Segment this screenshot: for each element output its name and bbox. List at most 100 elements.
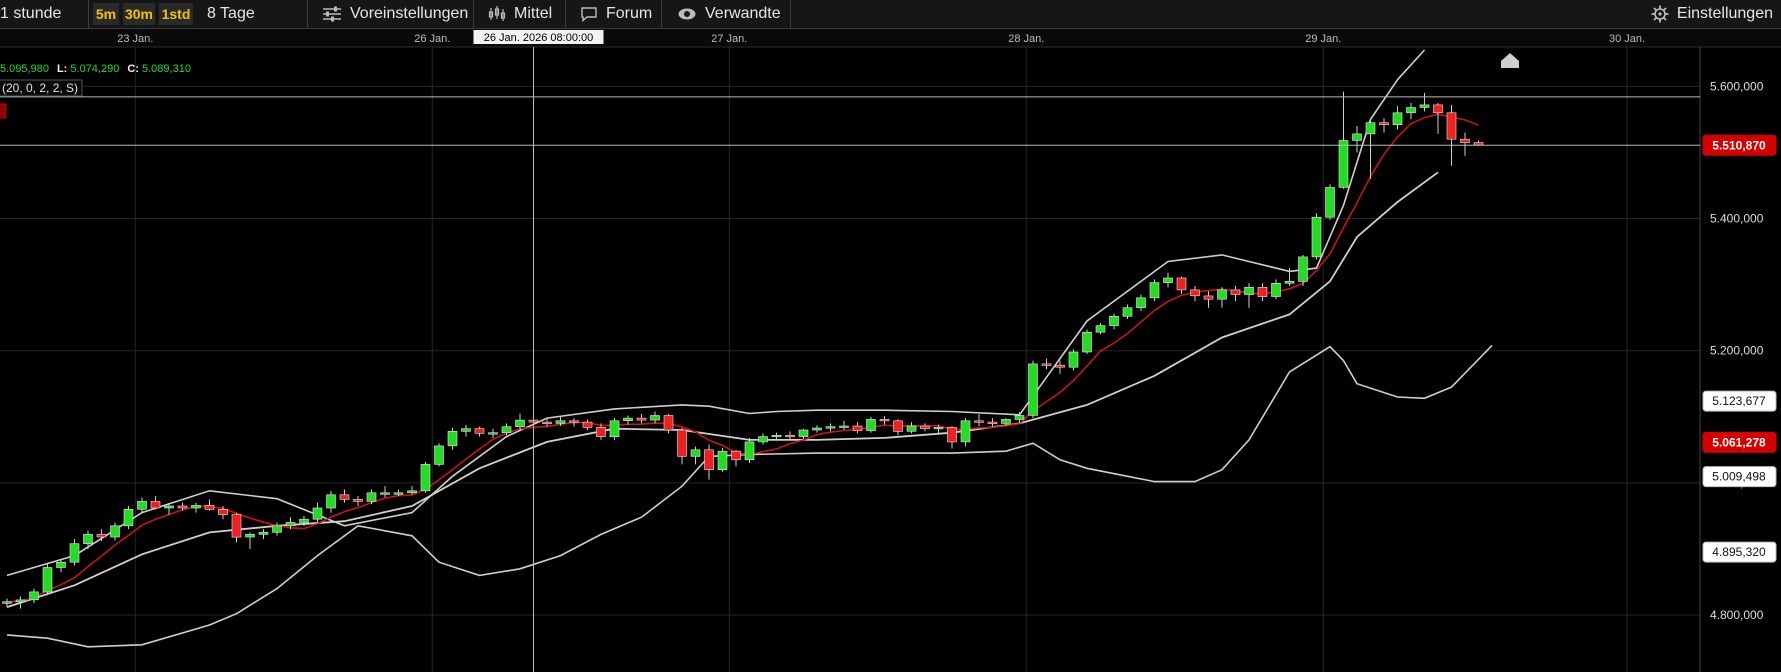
related-label: Verwandte	[705, 5, 781, 22]
price-chart[interactable]: 23 Jan. 26 Jan. 27 Jan. 28 Jan. 29 Jan. 30 Ja…	[0, 29, 1781, 672]
interval-30m-button[interactable]: 30m	[123, 3, 155, 25]
candle-body	[96, 534, 107, 538]
interval-5m-button[interactable]: 5m	[93, 3, 119, 25]
lower-band-line	[6, 344, 1493, 648]
candle-body	[785, 434, 795, 438]
candle-body	[56, 561, 66, 568]
candle-body	[839, 425, 849, 428]
candle-body	[474, 428, 485, 434]
date-label: 26 Jan.	[414, 33, 450, 45]
candle-body	[825, 426, 836, 429]
candle-body	[2, 601, 12, 604]
y-tick-label: 4.800,000	[1710, 608, 1764, 622]
toolbar-divider	[661, 0, 662, 28]
date-label: 27 Jan.	[711, 33, 747, 45]
date-label: 28 Jan.	[1008, 33, 1044, 45]
candle-body	[1365, 122, 1376, 135]
candle-body	[123, 508, 134, 527]
sliders-icon	[323, 6, 341, 22]
candle-body	[1095, 325, 1106, 333]
candle-body	[704, 449, 714, 470]
candle-body	[1433, 104, 1443, 114]
speech-bubble-icon	[581, 7, 597, 22]
candle-body	[1446, 112, 1457, 140]
candle-body	[1001, 419, 1011, 424]
candle-body	[933, 427, 944, 430]
candle-body	[1244, 286, 1254, 295]
upper-band-line	[6, 49, 1426, 577]
candle-body	[272, 525, 282, 533]
toolbar-divider	[565, 0, 566, 28]
candle-body	[1082, 331, 1092, 353]
candle-body	[1014, 415, 1025, 420]
candle-body	[650, 415, 660, 421]
candle-body	[326, 494, 336, 509]
forum-label: Forum	[606, 5, 653, 22]
settings-button[interactable]: Einstellungen	[1651, 0, 1773, 28]
candle-body	[1460, 138, 1470, 143]
candle-body	[1419, 104, 1430, 108]
candle-body	[366, 492, 377, 502]
range-selector[interactable]: 8 Tage	[207, 0, 255, 28]
candle-body	[231, 514, 242, 538]
candle-body	[893, 420, 903, 432]
candle-body	[1271, 282, 1281, 297]
candle-body	[299, 518, 309, 523]
forum-button[interactable]: Forum	[580, 0, 652, 28]
candle-body	[258, 532, 269, 535]
candle-body	[960, 420, 971, 443]
candle-body	[596, 427, 606, 437]
candle-body	[312, 507, 323, 520]
candle-body	[1109, 315, 1119, 326]
price-marker-label: 5.009,498	[1712, 470, 1766, 484]
candle-body	[731, 450, 741, 461]
interval-selector[interactable]: 1 stunde	[0, 0, 61, 28]
presets-button[interactable]: Voreinstellungen	[322, 0, 468, 28]
candle-body	[1149, 282, 1160, 299]
candle-body	[771, 434, 782, 438]
eye-icon	[678, 8, 696, 20]
candle-body	[798, 429, 809, 437]
candle-body	[1176, 277, 1187, 291]
candle-body	[1406, 107, 1416, 114]
y-tick-label: 5.200,000	[1710, 344, 1764, 358]
indicator-marker	[0, 103, 7, 119]
price-marker-label: 4.895,320	[1712, 545, 1766, 559]
candle-body	[150, 501, 161, 509]
candlestick-icon	[488, 5, 506, 21]
date-label: 30 Jan.	[1609, 33, 1645, 45]
candle-body	[1352, 133, 1362, 141]
candle-body	[29, 591, 39, 601]
candle-body	[1136, 297, 1146, 308]
price-marker-label: 5.510,870	[1712, 138, 1766, 152]
presets-label: Voreinstellungen	[350, 5, 469, 22]
candle-body	[920, 425, 930, 429]
candle-body	[461, 428, 471, 432]
candle-body	[515, 419, 525, 428]
ohlc-readout: 5.095,980 L: 5.074,290 C: 5.089,310	[0, 63, 191, 75]
toolbar-divider	[307, 0, 308, 28]
candle-body	[137, 501, 147, 510]
related-button[interactable]: Verwandte	[677, 0, 781, 28]
candle-body	[555, 420, 566, 424]
candle-body	[353, 499, 363, 502]
candle-body	[501, 426, 512, 433]
candle-body	[1257, 286, 1268, 297]
y-tick-label: 5.400,000	[1710, 212, 1764, 226]
candle-body	[380, 492, 390, 495]
candle-body	[542, 421, 552, 424]
candle-body	[1325, 187, 1335, 218]
candle-body	[609, 420, 620, 437]
candle-body	[744, 441, 755, 460]
average-button[interactable]: Mittel	[488, 0, 552, 28]
candle-body	[852, 425, 863, 431]
date-label: 23 Jan.	[117, 33, 153, 45]
interval-1std-button[interactable]: 1std	[159, 3, 193, 25]
candle-body	[1028, 363, 1038, 416]
candle-body	[1284, 280, 1295, 284]
candle-body	[177, 505, 188, 509]
moving-average-line	[6, 113, 1479, 603]
candle-body	[245, 534, 255, 538]
candle-body	[812, 427, 822, 431]
candle-body	[1190, 289, 1200, 297]
